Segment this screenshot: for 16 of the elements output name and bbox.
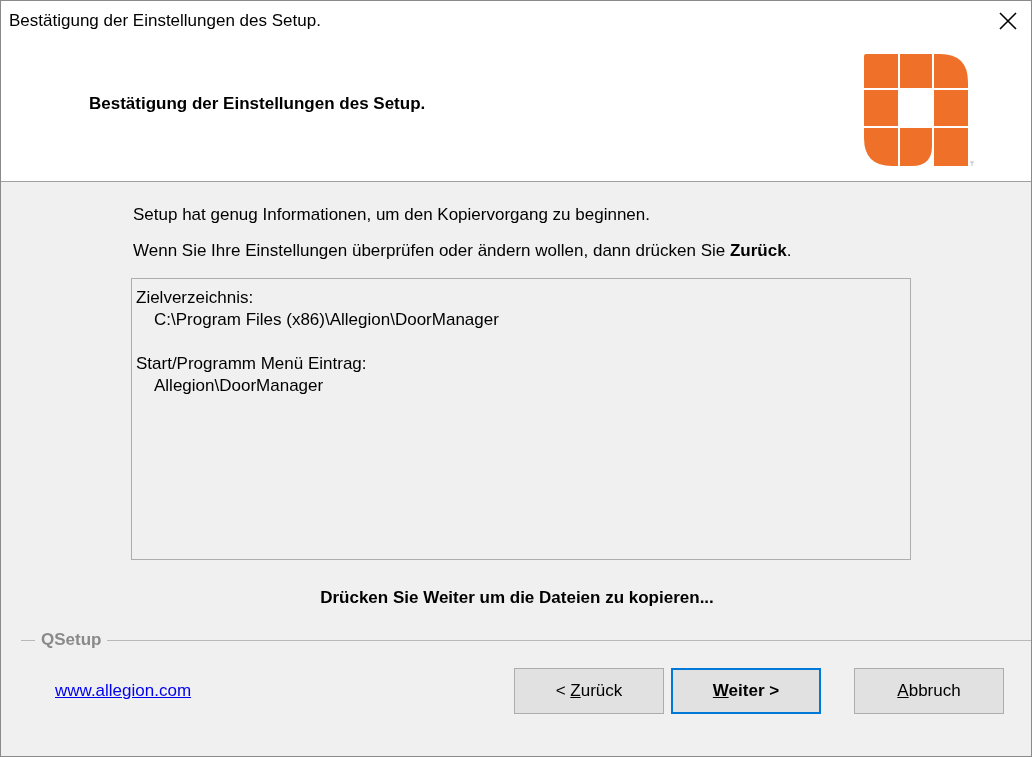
info-text: Setup hat genug Informationen, um den Kopiervorgang zu beginnen. [133,204,651,226]
window-title: Bestätigung der Einstellungen des Setup. [9,11,321,31]
summary-label: Zielverzeichnis: [136,287,255,309]
summary-value: C:\Program Files (x86)\Allegion\DoorManager [153,309,500,331]
instruction-text: Drücken Sie Weiter um die Dateien zu kopieren... [319,588,715,608]
website-link[interactable]: www.allegion.com [55,681,507,701]
logo-icon [864,54,976,168]
info-text: Wenn Sie Ihre Einstellungen überprüfen oder ändern wollen, dann drücken Sie Zurück. [133,240,793,262]
summary-value: Allegion\DoorManager [153,375,325,397]
dialog-button[interactable]: Weiter > [671,668,821,714]
dialog-button[interactable]: Abbruch [854,668,1004,714]
header-title: Bestätigung der Einstellungen des Setup. [89,94,426,114]
close-icon [999,12,1017,30]
dialog-button[interactable]: < Zurück [514,668,664,714]
summary-label: Start/Programm Menü Eintrag: [136,353,368,375]
group-label: QSetup [40,630,103,650]
